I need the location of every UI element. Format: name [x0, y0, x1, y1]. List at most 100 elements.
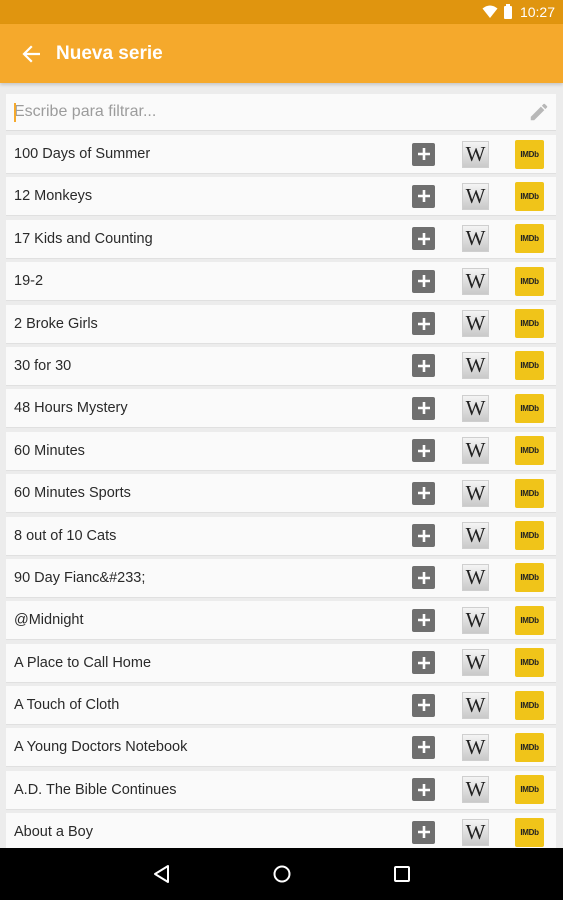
- add-show-button[interactable]: [412, 481, 435, 505]
- list-item[interactable]: 90 Day Fianc&#233; W IMDb: [6, 558, 556, 598]
- add-show-button[interactable]: [412, 524, 435, 548]
- list-item[interactable]: 12 Monkeys W IMDb: [6, 177, 556, 217]
- imdb-button[interactable]: IMDb: [515, 224, 544, 254]
- status-icons: 10:27: [482, 3, 555, 21]
- imdb-button[interactable]: IMDb: [515, 181, 544, 211]
- wikipedia-button[interactable]: W: [462, 818, 489, 846]
- search-input[interactable]: [6, 96, 528, 128]
- add-show-button[interactable]: [412, 820, 435, 844]
- list-item[interactable]: About a Boy W IMDb: [6, 813, 556, 853]
- show-title: 90 Day Fianc&#233;: [14, 569, 146, 586]
- wikipedia-button[interactable]: W: [462, 182, 489, 210]
- wikipedia-button[interactable]: W: [462, 310, 489, 338]
- add-show-button[interactable]: [412, 227, 435, 251]
- imdb-button[interactable]: IMDb: [515, 266, 544, 296]
- plus-icon: [417, 699, 430, 712]
- list-item[interactable]: 30 for 30 W IMDb: [6, 346, 556, 386]
- list-item[interactable]: A Place to Call Home W IMDb: [6, 643, 556, 683]
- pencil-icon[interactable]: [528, 101, 550, 123]
- imdb-button[interactable]: IMDb: [515, 690, 544, 720]
- list-item[interactable]: 8 out of 10 Cats W IMDb: [6, 516, 556, 556]
- add-show-button[interactable]: [412, 735, 435, 759]
- show-title: 100 Days of Summer: [14, 146, 151, 162]
- plus-icon: [417, 359, 430, 372]
- home-circle-icon[interactable]: [270, 862, 294, 886]
- imdb-button[interactable]: IMDb: [515, 351, 544, 381]
- app-bar: Nueva serie: [0, 24, 563, 83]
- add-show-button[interactable]: [412, 608, 435, 632]
- plus-icon: [417, 317, 430, 330]
- plus-icon: [417, 571, 430, 584]
- wikipedia-button[interactable]: W: [462, 140, 489, 168]
- show-title: 60 Minutes: [14, 442, 85, 459]
- wikipedia-button[interactable]: W: [462, 649, 489, 677]
- list-item[interactable]: 2 Broke Girls W IMDb: [6, 304, 556, 344]
- plus-icon: [417, 190, 430, 203]
- imdb-button[interactable]: IMDb: [515, 139, 544, 169]
- add-show-button[interactable]: [412, 566, 435, 590]
- list-item[interactable]: 19-2 W IMDb: [6, 262, 556, 302]
- show-title: 48 Hours Mystery: [14, 400, 128, 417]
- wikipedia-button[interactable]: W: [462, 352, 489, 380]
- back-button[interactable]: [16, 39, 46, 69]
- imdb-button[interactable]: IMDb: [515, 393, 544, 423]
- imdb-button[interactable]: IMDb: [515, 775, 544, 805]
- list-item[interactable]: 60 Minutes Sports W IMDb: [6, 474, 556, 514]
- imdb-button[interactable]: IMDb: [515, 563, 544, 593]
- wikipedia-button[interactable]: W: [462, 437, 489, 465]
- show-title: A Place to Call Home: [14, 654, 152, 671]
- wikipedia-button[interactable]: W: [462, 606, 489, 634]
- list-item[interactable]: @Midnight W IMDb: [6, 601, 556, 641]
- wikipedia-button[interactable]: W: [462, 733, 489, 761]
- imdb-button[interactable]: IMDb: [515, 817, 544, 847]
- imdb-button[interactable]: IMDb: [515, 521, 544, 551]
- add-show-button[interactable]: [412, 354, 435, 378]
- wikipedia-button[interactable]: W: [462, 479, 489, 507]
- add-show-button[interactable]: [412, 312, 435, 336]
- arrow-back-icon: [22, 44, 40, 63]
- wikipedia-button[interactable]: W: [462, 225, 489, 253]
- add-show-button[interactable]: [412, 651, 435, 675]
- add-show-button[interactable]: [412, 778, 435, 802]
- add-show-button[interactable]: [412, 184, 435, 208]
- recents-square-icon[interactable]: [390, 862, 414, 886]
- plus-icon: [417, 783, 430, 796]
- wikipedia-button[interactable]: W: [462, 776, 489, 804]
- plus-icon: [417, 529, 430, 542]
- wikipedia-button[interactable]: W: [462, 394, 489, 422]
- battery-icon: [503, 3, 512, 19]
- imdb-button[interactable]: IMDb: [515, 732, 544, 762]
- list-item[interactable]: A Touch of Cloth W IMDb: [6, 686, 556, 726]
- wikipedia-button[interactable]: W: [462, 691, 489, 719]
- wikipedia-button[interactable]: W: [462, 267, 489, 295]
- plus-icon: [417, 656, 430, 669]
- wikipedia-button[interactable]: W: [462, 522, 489, 550]
- list-item[interactable]: 60 Minutes W IMDb: [6, 431, 556, 471]
- imdb-button[interactable]: IMDb: [515, 436, 544, 466]
- imdb-button[interactable]: IMDb: [515, 648, 544, 678]
- plus-icon: [417, 148, 430, 160]
- list-item[interactable]: 17 Kids and Counting W IMDb: [6, 219, 556, 259]
- list-item[interactable]: A Young Doctors Notebook W IMDb: [6, 728, 556, 768]
- show-title: 12 Monkeys: [14, 188, 93, 205]
- show-list: 100 Days of Summer W IMDb 12 Monkeys W IMDb 17…: [6, 135, 556, 856]
- add-show-button[interactable]: [412, 439, 435, 463]
- add-show-button[interactable]: [412, 142, 435, 166]
- list-item[interactable]: 48 Hours Mystery W IMDb: [6, 389, 556, 429]
- wifi-icon: [482, 5, 498, 18]
- list-item[interactable]: 100 Days of Summer W IMDb: [6, 135, 556, 174]
- show-title: About a Boy: [14, 824, 93, 841]
- back-triangle-icon[interactable]: [150, 862, 174, 886]
- imdb-button[interactable]: IMDb: [515, 605, 544, 635]
- show-title: A Touch of Cloth: [14, 697, 120, 714]
- search-box: [6, 94, 556, 131]
- wikipedia-button[interactable]: W: [462, 564, 489, 592]
- imdb-button[interactable]: IMDb: [515, 309, 544, 339]
- clock: 10:27: [519, 4, 555, 20]
- add-show-button[interactable]: [412, 269, 435, 293]
- add-show-button[interactable]: [412, 396, 435, 420]
- imdb-button[interactable]: IMDb: [515, 478, 544, 508]
- show-title: 17 Kids and Counting: [14, 230, 153, 247]
- add-show-button[interactable]: [412, 693, 435, 717]
- list-item[interactable]: A.D. The Bible Continues W IMDb: [6, 770, 556, 810]
